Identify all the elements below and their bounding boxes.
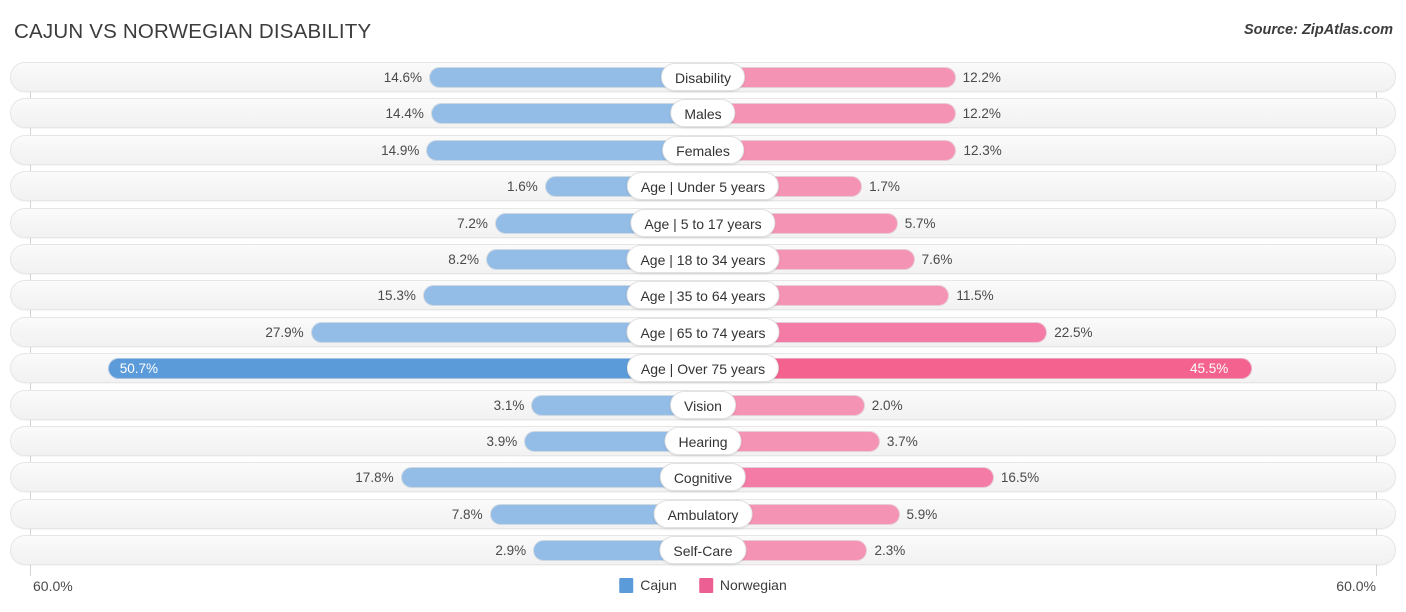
chart-header: CAJUN VS NORWEGIAN DISABILITY Source: Zi… — [0, 0, 1406, 62]
category-label[interactable]: Males — [670, 99, 736, 128]
value-label-norwegian: 2.0% — [871, 397, 903, 413]
table-row[interactable]: 3.1% 2.0% Vision — [0, 389, 1406, 420]
legend-swatch-icon — [698, 577, 713, 593]
category-label[interactable]: Disability — [660, 63, 746, 91]
value-label-norwegian: 22.5% — [1054, 324, 1093, 340]
legend-label: Norwegian — [719, 577, 787, 593]
value-label-norwegian: 12.2% — [962, 70, 1001, 85]
value-label-norwegian: 7.6% — [921, 251, 953, 267]
value-label-cajun: 2.9% — [495, 543, 527, 559]
value-label-cajun: 15.3% — [377, 288, 416, 304]
page-title: CAJUN VS NORWEGIAN DISABILITY — [14, 20, 372, 43]
value-label-cajun: 7.8% — [451, 506, 483, 522]
bar-cajun — [107, 358, 703, 380]
category-label[interactable]: Age | 5 to 17 years — [630, 208, 776, 237]
table-row[interactable]: 14.4% 12.2% Males — [0, 98, 1406, 129]
value-label-cajun: 17.8% — [355, 470, 394, 486]
bar-norwegian — [703, 103, 956, 125]
table-row[interactable]: 50.7% 45.5% Age | Over 75 years — [0, 353, 1406, 384]
table-row[interactable]: 8.2% 7.6% Age | 18 to 34 years — [0, 243, 1406, 274]
value-label-norwegian: 45.5% — [1189, 361, 1229, 377]
category-label[interactable]: Cognitive — [659, 463, 747, 492]
value-label-cajun: 3.1% — [493, 397, 525, 413]
value-label-norwegian: 12.3% — [963, 142, 1002, 158]
axis-label-left: 60.0% — [33, 578, 73, 594]
axis-label-right: 60.0% — [1336, 578, 1376, 594]
table-row[interactable]: 2.9% 2.3% Self-Care — [0, 535, 1406, 566]
category-label[interactable]: Ambulatory — [653, 499, 753, 528]
bar-cajun — [430, 103, 703, 125]
value-label-norwegian: 16.5% — [1000, 470, 1040, 486]
category-label[interactable]: Age | Over 75 years — [626, 354, 780, 383]
bar-norwegian — [703, 358, 1252, 380]
bar-cajun — [400, 467, 703, 489]
value-label-cajun: 1.6% — [506, 179, 538, 195]
category-label[interactable]: Females — [662, 135, 744, 164]
table-row[interactable]: 3.9% 3.7% Hearing — [0, 425, 1406, 456]
value-label-norwegian: 5.7% — [904, 215, 936, 231]
table-row[interactable]: 7.8% 5.9% Ambulatory — [0, 498, 1406, 529]
category-label[interactable]: Self-Care — [659, 536, 747, 565]
value-label-cajun: 50.7% — [119, 361, 159, 377]
table-row[interactable]: 7.2% 5.7% Age | 5 to 17 years — [0, 207, 1406, 238]
bar-rows-container: 14.6% 12.2% Disability 14.4% 12.2% Males 14.9%… — [0, 62, 1406, 571]
value-label-norwegian: 12.2% — [962, 106, 1001, 122]
value-label-norwegian: 11.5% — [956, 288, 994, 304]
value-label-cajun: 27.9% — [265, 324, 304, 340]
table-row[interactable]: 1.6% 1.7% Age | Under 5 years — [0, 171, 1406, 202]
source-attribution: Source: ZipAtlas.com — [1243, 22, 1393, 38]
value-label-norwegian: 2.3% — [874, 543, 906, 559]
table-row[interactable]: 17.8% 16.5% Cognitive — [0, 462, 1406, 493]
value-label-cajun: 14.4% — [385, 106, 424, 122]
category-label[interactable]: Age | 35 to 64 years — [626, 281, 780, 310]
category-label[interactable]: Age | Under 5 years — [626, 172, 780, 201]
chart-footer: 60.0% 60.0% Cajun Norwegian — [0, 572, 1406, 612]
category-label[interactable]: Hearing — [664, 426, 742, 455]
table-row[interactable]: 14.9% 12.3% Females — [0, 134, 1406, 165]
table-row[interactable]: 15.3% 11.5% Age | 35 to 64 years — [0, 280, 1406, 311]
bar-norwegian — [703, 467, 994, 489]
legend-label: Cajun — [640, 577, 677, 593]
chart-legend: Cajun Norwegian — [619, 577, 787, 593]
value-label-cajun: 14.9% — [381, 142, 420, 158]
legend-item[interactable]: Cajun — [619, 577, 677, 593]
legend-item[interactable]: Norwegian — [698, 577, 787, 593]
category-label[interactable]: Vision — [670, 390, 736, 419]
value-label-cajun: 8.2% — [448, 251, 480, 267]
value-label-norwegian: 3.7% — [886, 433, 918, 449]
chart-plot-area: 14.6% 12.2% Disability 14.4% 12.2% Males 14.9%… — [0, 62, 1406, 576]
value-label-cajun: 14.6% — [383, 70, 423, 85]
table-row[interactable]: 14.6% 12.2% Disability — [0, 62, 1406, 92]
value-label-norwegian: 1.7% — [869, 179, 900, 195]
legend-swatch-icon — [619, 577, 634, 593]
chart-page: CAJUN VS NORWEGIAN DISABILITY Source: Zi… — [0, 0, 1406, 612]
category-label[interactable]: Age | 18 to 34 years — [626, 244, 780, 273]
value-label-cajun: 7.2% — [457, 215, 488, 231]
table-row[interactable]: 27.9% 22.5% Age | 65 to 74 years — [0, 316, 1406, 347]
value-label-cajun: 3.9% — [486, 433, 518, 449]
category-label[interactable]: Age | 65 to 74 years — [626, 317, 780, 346]
value-label-norwegian: 5.9% — [906, 506, 938, 522]
